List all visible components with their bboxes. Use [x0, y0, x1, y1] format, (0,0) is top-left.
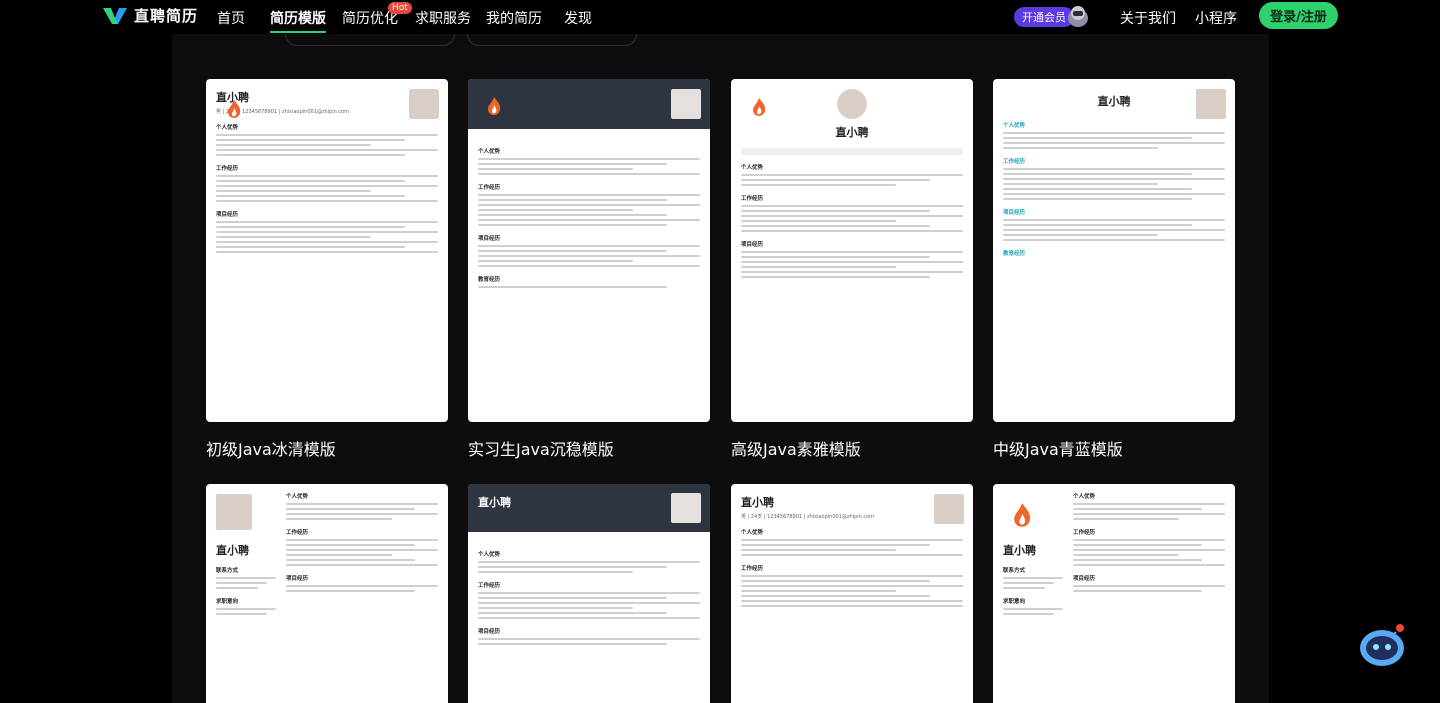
template-card[interactable]: 直小聘 个人优势 工作经历 项目经历 — [731, 79, 973, 422]
resume-preview: 直小聘 个人优势 工作经历 项目经历 教育经历 — [993, 79, 1235, 422]
section-title: 项目经历 — [286, 576, 309, 582]
resume-sidebar: 直小聘 联系方式 求职意向 — [216, 542, 276, 703]
template-title[interactable]: 高级Java素雅模版 — [731, 436, 861, 460]
resume-preview: 个人优势 工作经历 项目经历 — [468, 532, 710, 703]
template-card[interactable]: 直小聘 联系方式 求职意向 个人优势 工作经历 项目经历 — [206, 484, 448, 703]
resume-name: 直小聘 — [1003, 544, 1036, 557]
flame-icon — [1014, 503, 1031, 527]
section-title: 教育经历 — [1003, 251, 1026, 257]
template-card[interactable]: 直小聘 联系方式 求职意向 个人优势 工作经历 项目经历 — [993, 484, 1235, 703]
resume-preview: 个人优势 工作经历 项目经历 教育经历 — [468, 129, 710, 422]
resume-name: 直小聘 — [478, 496, 511, 509]
resume-name: 直小聘 — [741, 496, 774, 509]
section-title: 项目经历 — [741, 242, 764, 248]
logo-icon — [103, 7, 127, 24]
resume-preview: 个人优势 工作经历 项目经历 — [286, 484, 448, 703]
template-card[interactable]: 直小聘 男 | 24岁 | 12345678901 | zhixiaopin00… — [731, 484, 973, 703]
flame-icon — [753, 98, 766, 116]
top-navbar: 直聘简历 首页 简历模版 简历优化 Hot 求职服务 我的简历 发现 开通会员 … — [0, 0, 1440, 34]
section-title: 个人优势 — [1073, 494, 1096, 500]
nav-job-service[interactable]: 求职服务 — [415, 8, 471, 28]
resume-name: 直小聘 — [1097, 95, 1131, 108]
resume-preview: 直小聘 男 | 24岁 | 12345678901 | zhixiaopin00… — [206, 79, 448, 422]
nav-home[interactable]: 首页 — [217, 8, 245, 28]
avatar — [409, 89, 439, 119]
hot-badge: Hot — [388, 2, 412, 14]
avatar — [216, 494, 252, 530]
flame-icon — [488, 97, 501, 115]
mascot-icon — [1068, 6, 1088, 27]
nav-discover[interactable]: 发现 — [564, 8, 592, 28]
section-title: 个人优势 — [216, 125, 239, 131]
section-title: 教育经历 — [478, 277, 501, 283]
resume-name: 直小聘 — [216, 544, 249, 557]
section-title: 项目经历 — [216, 212, 239, 218]
brand-logo[interactable]: 直聘简历 — [102, 5, 198, 26]
filter-pill[interactable] — [285, 34, 455, 46]
resume-preview: 直小聘 个人优势 工作经历 项目经历 — [731, 79, 973, 422]
section-title: 项目经历 — [478, 236, 501, 242]
section-title: 联系方式 — [1003, 568, 1026, 574]
section-title: 工作经历 — [478, 583, 501, 589]
avatar — [837, 89, 867, 119]
section-title: 工作经历 — [286, 530, 309, 536]
login-button[interactable]: 登录/注册 — [1259, 2, 1338, 29]
template-card[interactable]: 直小聘 个人优势 工作经历 项目经历 — [468, 484, 710, 703]
template-card[interactable]: 个人优势 工作经历 项目经历 教育经历 — [468, 79, 710, 422]
avatar — [671, 493, 701, 523]
nav-about[interactable]: 关于我们 — [1120, 8, 1176, 28]
avatar — [671, 89, 701, 119]
resume-name: 直小聘 — [835, 126, 869, 139]
section-title: 个人优势 — [1003, 123, 1026, 129]
section-title: 工作经历 — [478, 185, 501, 191]
flame-icon — [228, 100, 241, 118]
template-card[interactable]: 直小聘 个人优势 工作经历 项目经历 教育经历 — [993, 79, 1235, 422]
section-title: 项目经历 — [1003, 210, 1026, 216]
section-title: 工作经历 — [741, 566, 764, 572]
resume-sidebar: 直小聘 联系方式 求职意向 — [1003, 542, 1063, 703]
template-card[interactable]: 直小聘 男 | 24岁 | 12345678901 | zhixiaopin00… — [206, 79, 448, 422]
resume-meta: 男 | 24岁 | 12345678901 | zhixiaopin001@zh… — [216, 109, 350, 115]
template-title[interactable]: 中级Java青蓝模版 — [993, 436, 1123, 460]
avatar — [1196, 89, 1226, 119]
resume-meta: 男 | 24岁 | 12345678901 | zhixiaopin001@zh… — [741, 514, 875, 520]
section-title: 工作经历 — [1073, 530, 1096, 536]
nav-miniapp[interactable]: 小程序 — [1195, 8, 1237, 28]
resume-preview: 个人优势 工作经历 项目经历 — [1073, 484, 1235, 703]
section-title: 工作经历 — [216, 166, 239, 172]
nav-templates[interactable]: 简历模版 — [270, 8, 326, 33]
resume-name: 直小聘 — [216, 91, 249, 104]
nav-my-resume[interactable]: 我的简历 — [486, 8, 542, 28]
section-title: 个人优势 — [286, 494, 309, 500]
section-title: 联系方式 — [216, 568, 239, 574]
assistant-bot-icon[interactable] — [1356, 618, 1408, 670]
section-title: 个人优势 — [478, 552, 501, 558]
section-title: 工作经历 — [741, 196, 764, 202]
section-title: 求职意向 — [1003, 599, 1026, 605]
section-title: 个人优势 — [478, 149, 501, 155]
section-title: 个人优势 — [741, 530, 764, 536]
template-title[interactable]: 实习生Java沉稳模版 — [468, 436, 614, 460]
vip-button[interactable]: 开通会员 — [1014, 7, 1074, 27]
avatar — [934, 494, 964, 524]
template-title[interactable]: 初级Java冰清模版 — [206, 436, 336, 460]
filter-pill[interactable] — [467, 34, 637, 46]
brand-name: 直聘简历 — [134, 7, 199, 25]
section-title: 求职意向 — [216, 599, 239, 605]
section-title: 个人优势 — [741, 165, 764, 171]
section-title: 项目经历 — [1073, 576, 1096, 582]
section-title: 工作经历 — [1003, 159, 1026, 165]
section-title: 项目经历 — [478, 629, 501, 635]
